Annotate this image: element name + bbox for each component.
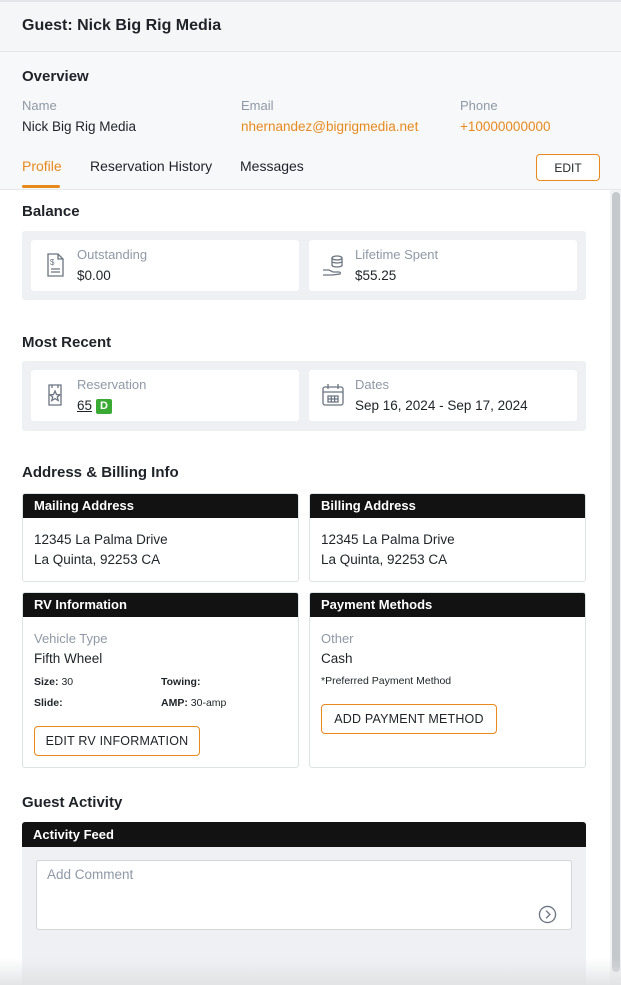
payment-type-label: Other (321, 631, 354, 646)
name-label: Name (22, 98, 57, 113)
rv-amp: AMP: 30-amp (161, 697, 226, 709)
mailing-address-line1: 12345 La Palma Drive (34, 532, 168, 547)
balance-title: Balance (22, 203, 80, 220)
svg-text:$: $ (50, 258, 55, 267)
billing-address-box: Billing Address 12345 La Palma Drive La … (309, 493, 586, 582)
guest-activity-title: Guest Activity (22, 794, 123, 811)
reservation-value: 65 D (77, 398, 113, 414)
address-billing-title: Address & Billing Info (22, 464, 179, 481)
rv-size: Size: 30 (34, 676, 73, 688)
vehicle-type-value: Fifth Wheel (34, 651, 103, 666)
active-tab-indicator (22, 185, 60, 188)
most-recent-title: Most Recent (22, 334, 112, 351)
edit-rv-information-button[interactable]: EDIT RV INFORMATION (34, 726, 200, 756)
rv-towing: Towing: (161, 676, 200, 688)
payment-methods-header: Payment Methods (310, 593, 585, 617)
page-title: Guest: Nick Big Rig Media (22, 17, 222, 34)
rv-amp-value: 30-amp (190, 697, 227, 709)
vehicle-type-label: Vehicle Type (34, 631, 108, 646)
preferred-payment-note: *Preferred Payment Method (321, 675, 452, 687)
email-label: Email (241, 98, 274, 113)
mailing-address-line2: La Quinta, 92253 CA (34, 552, 161, 567)
email-link[interactable]: nhernandez@bigrigmedia.net (241, 119, 418, 134)
dates-card: Dates Sep 16, 2024 - Sep 17, 2024 (309, 370, 577, 421)
scrollbar-thumb[interactable] (612, 192, 620, 972)
rv-slide-label: Slide: (34, 697, 63, 709)
add-payment-method-button[interactable]: ADD PAYMENT METHOD (321, 704, 497, 734)
dates-value: Sep 16, 2024 - Sep 17, 2024 (355, 398, 528, 413)
dates-label: Dates (355, 377, 389, 392)
overview-section: Overview Name Nick Big Rig Media Email n… (0, 52, 621, 190)
rv-information-box: RV Information Vehicle Type Fifth Wheel … (22, 592, 299, 768)
lifetime-card: Lifetime Spent $55.25 (309, 240, 577, 291)
lifetime-label: Lifetime Spent (355, 247, 439, 262)
billing-address-line2: La Quinta, 92253 CA (321, 552, 448, 567)
outstanding-label: Outstanding (77, 247, 148, 262)
rv-amp-label: AMP: (161, 697, 188, 709)
calendar-icon (322, 384, 344, 406)
reservation-link[interactable]: 65 (77, 398, 92, 413)
reservation-label: Reservation (77, 377, 147, 392)
rv-size-label: Size: (34, 676, 59, 688)
payment-methods-box: Payment Methods Other Cash *Preferred Pa… (309, 592, 586, 768)
lifetime-value: $55.25 (355, 268, 397, 283)
overview-title: Overview (22, 68, 89, 85)
phone-link[interactable]: +10000000000 (460, 119, 550, 134)
bottom-fade-overlay (0, 958, 621, 985)
overview-name: Name Nick Big Rig Media (22, 98, 136, 134)
mailing-address-box: Mailing Address 12345 La Palma Drive La … (22, 493, 299, 582)
rv-information-header: RV Information (23, 593, 298, 617)
hand-coins-icon (323, 255, 343, 276)
payment-type-value: Cash (321, 651, 353, 666)
add-comment-placeholder: Add Comment (47, 867, 134, 882)
rv-size-value: 30 (61, 676, 74, 688)
phone-label: Phone (460, 98, 498, 113)
ticket-star-icon (48, 384, 62, 406)
tab-profile[interactable]: Profile (22, 158, 62, 174)
add-comment-input[interactable]: Add Comment (36, 860, 572, 930)
most-recent-panel: Reservation 65 D Dates Sep 16, 2024 - Sep… (22, 361, 586, 431)
tab-reservation-history[interactable]: Reservation History (90, 158, 212, 174)
send-arrow-icon[interactable] (538, 905, 557, 924)
rv-slide: Slide: (34, 697, 63, 709)
overview-phone: Phone +10000000000 (460, 98, 550, 134)
outstanding-value: $0.00 (77, 268, 111, 283)
name-value: Nick Big Rig Media (22, 119, 137, 134)
page-header: Guest: Nick Big Rig Media (0, 2, 621, 52)
billing-address-header: Billing Address (310, 494, 585, 518)
activity-feed-header: Activity Feed (22, 822, 586, 847)
invoice-dollar-icon: $ (47, 253, 64, 277)
billing-address-line1: 12345 La Palma Drive (321, 532, 455, 547)
balance-panel: $ Outstanding $0.00 Lifetime Spent $55.2… (22, 231, 586, 300)
mailing-address-header: Mailing Address (23, 494, 298, 518)
reservation-card: Reservation 65 D (31, 370, 299, 421)
edit-button[interactable]: EDIT (536, 154, 600, 181)
overview-email: Email nhernandez@bigrigmedia.net (241, 98, 418, 134)
reservation-status-badge: D (96, 399, 113, 414)
outstanding-card: $ Outstanding $0.00 (31, 240, 299, 291)
rv-towing-label: Towing: (161, 676, 201, 688)
tab-messages[interactable]: Messages (240, 158, 304, 174)
